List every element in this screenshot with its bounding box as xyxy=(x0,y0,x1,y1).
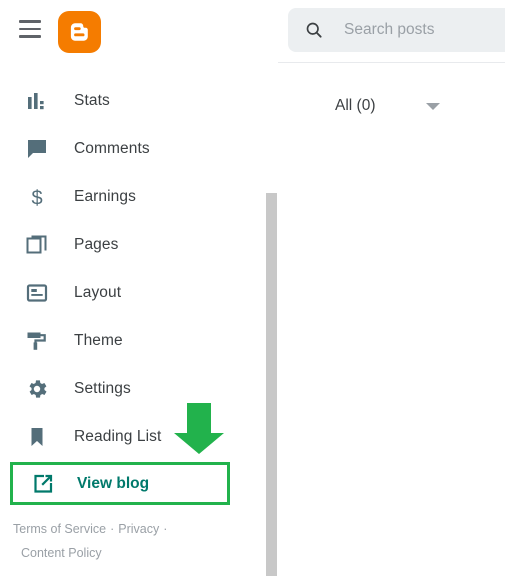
sidebar-item-layout[interactable]: Layout xyxy=(0,269,276,317)
blogger-b-glyph xyxy=(70,23,88,41)
bar-chart-icon xyxy=(28,93,44,110)
paint-roller-icon xyxy=(27,332,46,350)
privacy-link[interactable]: Privacy xyxy=(118,522,159,536)
sidebar-item-stats[interactable]: Stats xyxy=(0,77,276,125)
terms-of-service-link[interactable]: Terms of Service xyxy=(13,522,106,536)
sidebar-item-label: Stats xyxy=(74,92,110,109)
hamburger-line xyxy=(19,27,41,31)
bookmark-icon xyxy=(31,428,43,446)
view-blog-label: View blog xyxy=(77,474,150,492)
dollar-sign-icon: $ xyxy=(31,188,42,210)
view-blog-button[interactable]: View blog xyxy=(13,465,227,502)
sidebar-footer: Terms of Service · Privacy · Content Policy xyxy=(13,517,263,565)
footer-separator: · xyxy=(163,522,168,536)
open-in-new-icon xyxy=(34,474,53,493)
sidebar: Stats Comments $ Earnings Pages Layout T… xyxy=(0,62,277,576)
sidebar-item-earnings[interactable]: $ Earnings xyxy=(0,173,276,221)
search-input[interactable] xyxy=(342,20,505,40)
search-bar[interactable] xyxy=(288,8,505,52)
post-filter-row: All (0) xyxy=(278,97,505,115)
sidebar-scrollbar-thumb[interactable] xyxy=(266,193,277,576)
sidebar-item-label: Layout xyxy=(74,284,122,301)
view-blog-highlight-box: View blog xyxy=(10,462,230,505)
footer-separator: · xyxy=(110,522,115,536)
svg-text:$: $ xyxy=(31,188,42,210)
top-bar xyxy=(0,0,505,62)
sidebar-item-comments[interactable]: Comments xyxy=(0,125,276,173)
chevron-down-icon[interactable] xyxy=(426,102,441,110)
sidebar-item-label: Theme xyxy=(74,332,123,349)
sidebar-item-label: Pages xyxy=(74,236,119,253)
layout-icon xyxy=(26,284,48,302)
sidebar-nav-list: Stats Comments $ Earnings Pages Layout T… xyxy=(0,62,276,461)
sidebar-item-settings[interactable]: Settings xyxy=(0,365,276,413)
content-policy-link[interactable]: Content Policy xyxy=(21,546,102,560)
sidebar-item-label: Reading List xyxy=(74,428,162,445)
posts-panel: All (0) xyxy=(278,62,505,576)
pages-stack-icon xyxy=(26,235,47,254)
sidebar-item-pages[interactable]: Pages xyxy=(0,221,276,269)
sidebar-item-label: Settings xyxy=(74,380,131,397)
comment-bubble-icon xyxy=(28,140,46,158)
sidebar-item-label: Earnings xyxy=(74,188,136,205)
sidebar-item-label: Comments xyxy=(74,140,150,157)
gear-icon xyxy=(29,380,47,398)
hamburger-line xyxy=(19,35,41,38)
hamburger-menu-icon[interactable] xyxy=(19,20,43,40)
blogger-logo-icon[interactable] xyxy=(58,11,101,53)
search-icon xyxy=(306,22,322,38)
hamburger-line xyxy=(19,20,41,23)
sidebar-item-reading-list[interactable]: Reading List xyxy=(0,413,276,461)
sidebar-item-theme[interactable]: Theme xyxy=(0,317,276,365)
post-filter-label[interactable]: All (0) xyxy=(335,97,375,115)
